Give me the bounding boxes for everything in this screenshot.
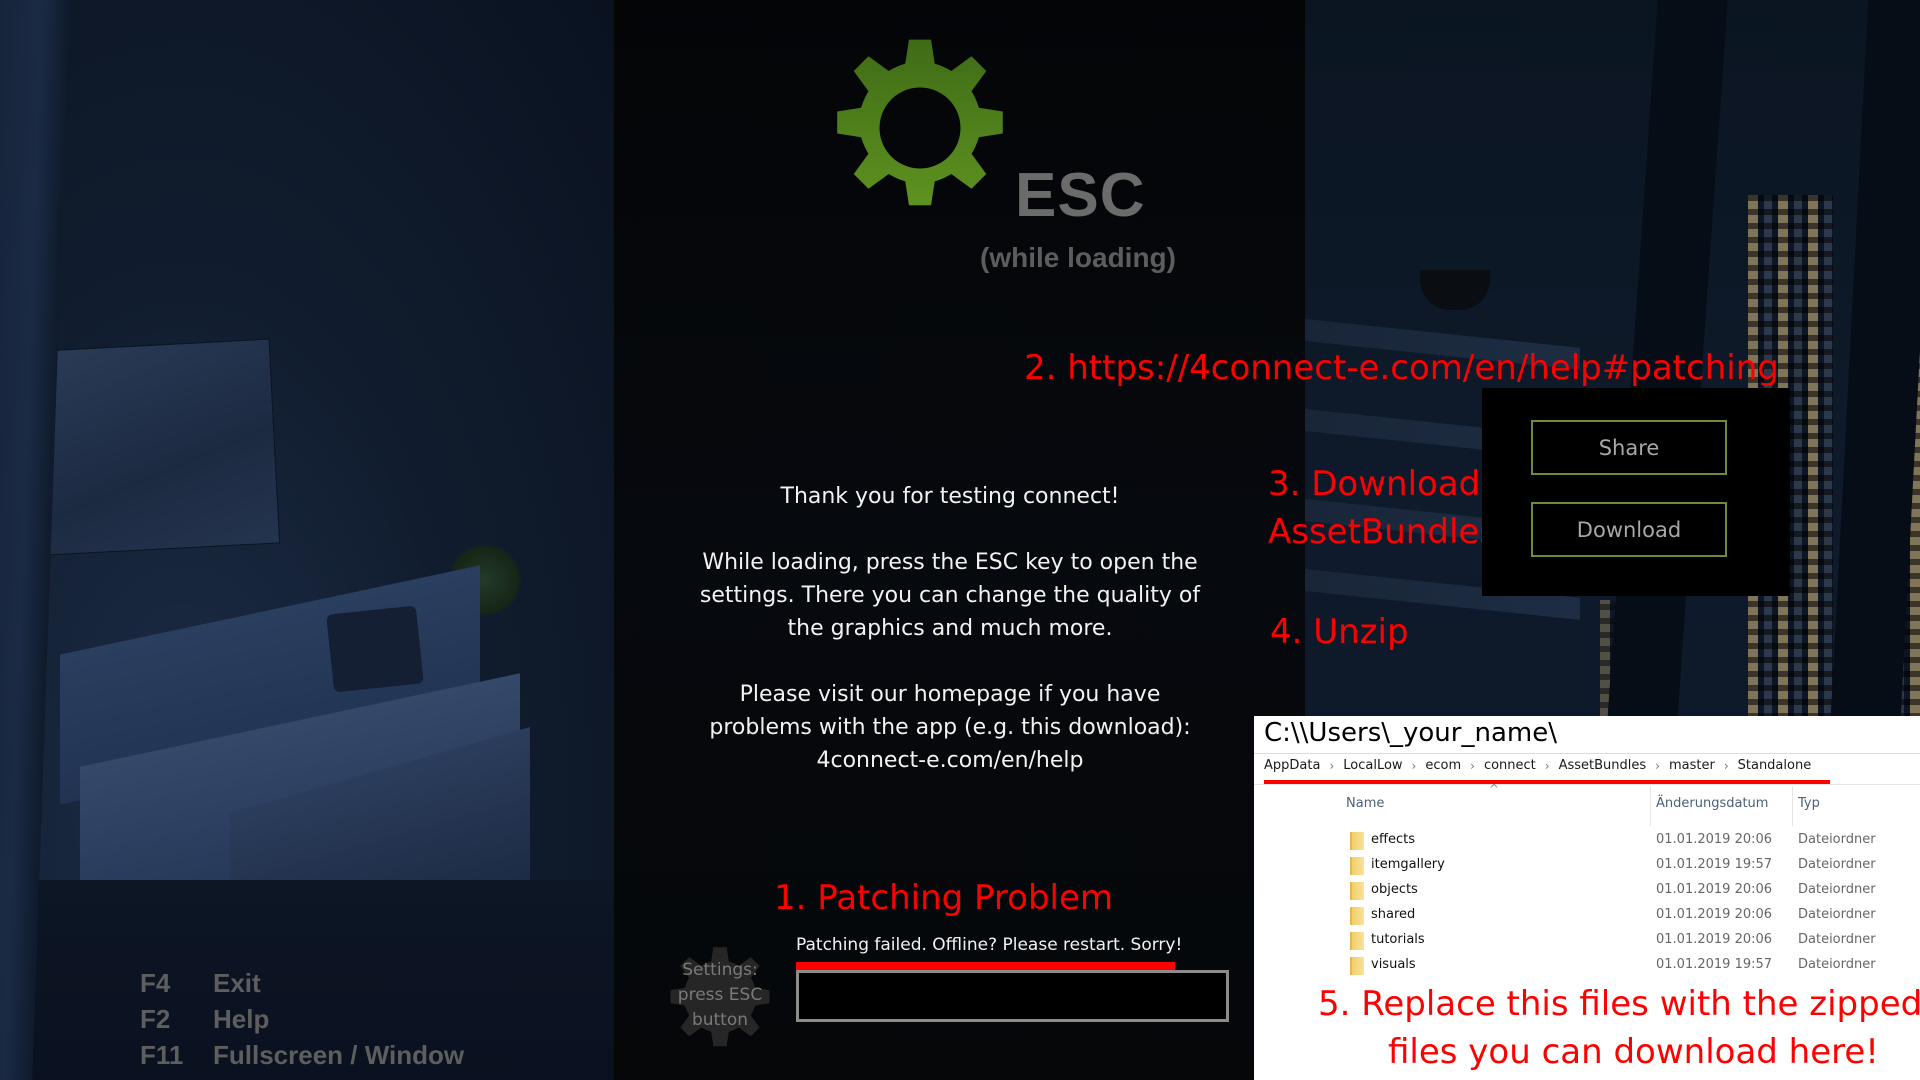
file-date: 01.01.2019 19:57: [1656, 857, 1773, 872]
file-row[interactable]: shared 01.01.2019 20:06 Dateiordner: [1254, 903, 1920, 928]
key-hints: F4 Exit F2 Help F11 Fullscreen / Window: [140, 965, 464, 1073]
couch-pillow: [326, 605, 424, 693]
annotation-step-3-line-2: AssetBundles: [1268, 512, 1498, 552]
file-date: 01.01.2019 20:06: [1656, 882, 1773, 897]
folder-icon: [1350, 907, 1364, 925]
help-text: Please visit our homepage if you have pr…: [709, 682, 1191, 740]
file-row[interactable]: objects 01.01.2019 20:06 Dateiordner: [1254, 878, 1920, 903]
esc-subtitle: (while loading): [980, 242, 1176, 273]
key-action: Help: [213, 1004, 270, 1034]
breadcrumb: AppData › LocalLow › ecom › connect › As…: [1264, 758, 1811, 773]
settings-hint: Settings: press ESC button: [668, 958, 772, 1033]
settings-hint-line: button: [691, 1010, 749, 1030]
breadcrumb-item[interactable]: Standalone: [1738, 758, 1812, 773]
help-paragraph: Please visit our homepage if you have pr…: [690, 678, 1210, 777]
settings-instructions: While loading, press the ESC key to open…: [699, 550, 1201, 641]
chevron-right-icon: ›: [1411, 758, 1417, 773]
file-date: 01.01.2019 19:57: [1656, 957, 1773, 972]
divider: [1254, 784, 1920, 785]
file-type: Dateiordner: [1798, 907, 1876, 922]
chevron-right-icon: ›: [1544, 758, 1550, 773]
annotation-step-5-line-2: files you can download here!: [1388, 1032, 1879, 1072]
file-name: visuals: [1371, 957, 1416, 972]
file-name: objects: [1371, 882, 1418, 897]
annotation-step-3: 3. Download AssetBundles: [1268, 460, 1497, 556]
key-label: F2: [140, 1004, 171, 1034]
breadcrumb-item[interactable]: AssetBundles: [1559, 758, 1647, 773]
file-type: Dateiordner: [1798, 932, 1876, 947]
annotation-step-2: 2. https://4connect-e.com/en/help#patchi…: [1024, 348, 1779, 388]
file-name: itemgallery: [1371, 857, 1445, 872]
chevron-right-icon: ›: [1329, 758, 1335, 773]
divider: [1254, 753, 1920, 754]
breadcrumb-item[interactable]: ecom: [1425, 758, 1461, 773]
file-type: Dateiordner: [1798, 957, 1876, 972]
file-name: shared: [1371, 907, 1416, 922]
esc-title: ESC: [1015, 161, 1146, 230]
breadcrumb-item[interactable]: connect: [1484, 758, 1536, 773]
key-label: F4: [140, 968, 171, 998]
file-name: effects: [1371, 832, 1415, 847]
download-button[interactable]: Download: [1531, 502, 1727, 557]
path-prefix: C:\\Users\_your_name\: [1264, 718, 1557, 748]
key-hint-row: F11 Fullscreen / Window: [140, 1037, 464, 1073]
file-date: 01.01.2019 20:06: [1656, 932, 1773, 947]
column-divider[interactable]: [1650, 786, 1651, 826]
folder-icon: [1350, 957, 1364, 975]
annotation-step-5-line-1: 5. Replace this files with the zipped: [1318, 984, 1920, 1024]
file-row[interactable]: effects 01.01.2019 20:06 Dateiordner: [1254, 828, 1920, 853]
key-action: Exit: [213, 968, 261, 998]
settings-hint-line: press ESC: [677, 985, 763, 1005]
annotation-step-4: 4. Unzip: [1270, 612, 1409, 652]
folder-icon: [1350, 832, 1364, 850]
help-link[interactable]: 4connect-e.com/en/help: [816, 748, 1083, 773]
file-date: 01.01.2019 20:06: [1656, 907, 1773, 922]
breadcrumb-item[interactable]: AppData: [1264, 758, 1320, 773]
share-download-panel: Share Download: [1482, 388, 1790, 596]
breadcrumb-item[interactable]: master: [1669, 758, 1715, 773]
file-type: Dateiordner: [1798, 857, 1876, 872]
file-row[interactable]: tutorials 01.01.2019 20:06 Dateiordner: [1254, 928, 1920, 953]
file-row[interactable]: visuals 01.01.2019 19:57 Dateiordner: [1254, 953, 1920, 978]
column-header-date[interactable]: Änderungsdatum: [1656, 796, 1768, 811]
file-name: tutorials: [1371, 932, 1425, 947]
folder-icon: [1350, 882, 1364, 900]
sort-ascending-icon: ^: [1489, 782, 1500, 796]
file-date: 01.01.2019 20:06: [1656, 832, 1773, 847]
file-type: Dateiordner: [1798, 882, 1876, 897]
key-action: Fullscreen / Window: [213, 1040, 465, 1070]
key-label: F11: [140, 1040, 184, 1070]
key-hint-row: F4 Exit: [140, 965, 464, 1001]
patch-status-text: Patching failed. Offline? Please restart…: [796, 935, 1183, 955]
chevron-right-icon: ›: [1655, 758, 1660, 773]
folder-icon: [1350, 857, 1364, 875]
annotation-step-1: 1. Patching Problem: [774, 878, 1114, 918]
welcome-line: Thank you for testing connect!: [780, 484, 1120, 509]
chevron-right-icon: ›: [1470, 758, 1475, 773]
column-divider[interactable]: [1792, 786, 1793, 826]
column-header-name[interactable]: Name: [1346, 796, 1384, 811]
wall-painting: [19, 338, 281, 557]
share-button[interactable]: Share: [1531, 420, 1727, 475]
breadcrumb-item[interactable]: LocalLow: [1343, 758, 1402, 773]
chevron-right-icon: ›: [1723, 758, 1729, 773]
file-type: Dateiordner: [1798, 832, 1876, 847]
welcome-message: Thank you for testing connect! While loa…: [690, 480, 1210, 777]
key-hint-row: F2 Help: [140, 1001, 464, 1037]
column-header-type[interactable]: Typ: [1798, 796, 1820, 811]
file-row[interactable]: itemgallery 01.01.2019 19:57 Dateiordner: [1254, 853, 1920, 878]
annotation-step-3-line-1: 3. Download: [1268, 464, 1481, 504]
folder-icon: [1350, 932, 1364, 950]
settings-hint-line: Settings:: [682, 960, 758, 980]
annotation-step-5: 5. Replace this files with the zipped fi…: [1318, 980, 1920, 1076]
loading-progress-bar: [796, 970, 1229, 1022]
settings-gear-icon: [837, 39, 1003, 206]
